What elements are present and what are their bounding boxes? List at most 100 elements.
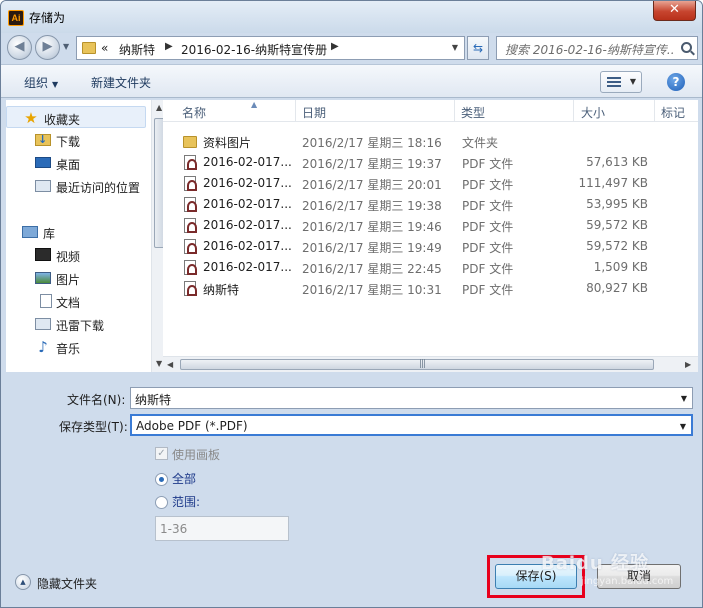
- save-as-dialog: Ai 存储为 ✕ ◀ ▶ ▼ « 纳斯特 ▶ 2016-02-16-纳斯特宣传册…: [0, 0, 703, 608]
- breadcrumb-separator-icon[interactable]: ▶: [165, 41, 173, 52]
- file-type: PDF 文件: [462, 199, 514, 213]
- nav-item-pictures[interactable]: 图片: [6, 267, 146, 289]
- column-divider[interactable]: [573, 100, 574, 122]
- address-row: ◀ ▶ ▼ « 纳斯特 ▶ 2016-02-16-纳斯特宣传册 ▶ ▼ ⇆ 搜索…: [1, 33, 702, 61]
- nav-item-downloads[interactable]: 下载: [6, 129, 146, 151]
- file-row[interactable]: 2016-02-017... 2016/2/17 星期三 19:38 PDF 文件 5…: [163, 194, 698, 215]
- file-row[interactable]: 2016-02-017... 2016/2/17 星期三 19:49 PDF 文件 5…: [163, 236, 698, 257]
- star-icon: ★: [24, 109, 38, 127]
- organize-button[interactable]: 组织 ▼: [24, 74, 58, 91]
- address-overflow[interactable]: «: [101, 41, 108, 55]
- nav-library-label: 库: [43, 227, 56, 241]
- nav-item-documents[interactable]: 文档: [6, 290, 146, 312]
- all-radio[interactable]: [155, 473, 168, 486]
- file-row[interactable]: 纳斯特 2016/2/17 星期三 10:31 PDF 文件 80,927 KB: [163, 278, 698, 299]
- file-name: 2016-02-017...: [203, 239, 292, 253]
- file-row[interactable]: 2016-02-017... 2016/2/17 星期三 20:01 PDF 文件 1…: [163, 173, 698, 194]
- scroll-right-icon[interactable]: ▶: [685, 360, 691, 369]
- file-name: 纳斯特: [203, 283, 240, 297]
- nav-item-videos[interactable]: 视频: [6, 244, 146, 266]
- scroll-down-icon[interactable]: ▼: [156, 359, 162, 368]
- file-row[interactable]: 2016-02-017... 2016/2/17 星期三 22:45 PDF 文件 1…: [163, 257, 698, 278]
- file-date: 2016/2/17 星期三 19:49: [302, 241, 442, 255]
- scroll-up-icon[interactable]: ▲: [156, 103, 162, 112]
- search-icon: [681, 42, 692, 53]
- range-input[interactable]: 1-36: [155, 516, 289, 541]
- pdf-file-icon: [184, 176, 197, 191]
- use-artboards-label: 使用画板: [172, 448, 221, 462]
- column-name[interactable]: 名称 ▲: [182, 100, 257, 121]
- nav-label: 视频: [56, 250, 81, 264]
- column-type[interactable]: 类型: [461, 104, 485, 121]
- column-size[interactable]: 大小: [581, 104, 605, 121]
- column-divider[interactable]: [654, 100, 655, 122]
- nav-label: 音乐: [56, 342, 81, 356]
- nav-label: 迅雷下载: [56, 319, 105, 333]
- new-folder-button[interactable]: 新建文件夹: [91, 74, 151, 91]
- video-icon: [35, 248, 51, 261]
- desktop-icon: [35, 157, 51, 168]
- downloads-folder-icon: [35, 133, 51, 146]
- library-icon: [22, 226, 38, 238]
- view-options-button[interactable]: ▼: [600, 71, 642, 93]
- refresh-icon[interactable]: ⇆: [467, 36, 489, 60]
- range-radio[interactable]: [155, 496, 168, 509]
- music-note-icon: ♪: [38, 338, 48, 356]
- nav-item-libraries[interactable]: 库: [6, 221, 146, 243]
- column-date[interactable]: 日期: [302, 104, 326, 121]
- forward-arrow-icon[interactable]: ▶: [35, 35, 60, 60]
- file-type: PDF 文件: [462, 157, 514, 171]
- horizontal-scroll-thumb[interactable]: |||: [180, 359, 654, 370]
- filename-field[interactable]: 纳斯特 ▼: [130, 387, 693, 409]
- sort-ascending-icon: ▲: [251, 100, 258, 109]
- file-name: 2016-02-017...: [203, 197, 292, 211]
- nav-favorites-label: 收藏夹: [44, 113, 81, 127]
- nav-item-favorites[interactable]: ★ 收藏夹: [6, 106, 146, 128]
- nav-item-desktop[interactable]: 桌面: [6, 152, 146, 174]
- illustrator-app-icon: Ai: [8, 10, 24, 26]
- nav-item-thunder-downloads[interactable]: 迅雷下载: [6, 313, 146, 335]
- recent-locations-dropdown-icon[interactable]: ▼: [63, 42, 69, 51]
- pdf-file-icon: [184, 281, 197, 296]
- filetype-value: Adobe PDF (*.PDF): [136, 419, 248, 433]
- file-date: 2016/2/17 星期三 10:31: [302, 283, 442, 297]
- filename-value: 纳斯特: [135, 393, 172, 407]
- nav-item-recent-places[interactable]: 最近访问的位置: [6, 175, 146, 197]
- nav-label: 图片: [56, 273, 81, 287]
- folder-icon: [183, 136, 197, 148]
- help-icon[interactable]: ?: [667, 73, 685, 91]
- search-input[interactable]: 搜索 2016-02-16-纳斯特宣传...: [496, 36, 698, 60]
- file-row[interactable]: 资料图片 2016/2/17 星期三 18:16 文件夹: [163, 131, 698, 152]
- chevron-down-icon[interactable]: ▼: [680, 422, 686, 431]
- range-value: 1-36: [160, 522, 188, 536]
- horizontal-scrollbar[interactable]: ◀ ||| ▶: [163, 356, 698, 372]
- organize-label: 组织: [24, 76, 49, 90]
- file-type: PDF 文件: [462, 262, 514, 276]
- filetype-select[interactable]: Adobe PDF (*.PDF) ▼: [130, 414, 693, 436]
- chevron-down-icon: ▼: [629, 77, 636, 86]
- column-header-row: 名称 ▲ 日期 类型 大小 标记: [163, 100, 698, 122]
- back-arrow-icon[interactable]: ◀: [7, 35, 32, 60]
- command-toolbar: 组织 ▼ 新建文件夹 ▼ ?: [1, 64, 702, 98]
- address-bar[interactable]: « 纳斯特 ▶ 2016-02-16-纳斯特宣传册 ▶ ▼: [76, 36, 465, 60]
- chevron-down-icon[interactable]: ▼: [681, 394, 687, 403]
- column-tags[interactable]: 标记: [661, 104, 685, 121]
- close-button[interactable]: ✕: [653, 1, 696, 21]
- address-dropdown-icon[interactable]: ▼: [452, 43, 458, 52]
- nav-label: 最近访问的位置: [56, 181, 141, 195]
- file-row[interactable]: 2016-02-017... 2016/2/17 星期三 19:37 PDF 文件 5…: [163, 152, 698, 173]
- column-divider[interactable]: [454, 100, 455, 122]
- breadcrumb-brochure[interactable]: 2016-02-16-纳斯特宣传册: [181, 41, 327, 58]
- nav-item-music[interactable]: ♪ 音乐: [6, 336, 146, 358]
- breadcrumb-nasite[interactable]: 纳斯特: [119, 41, 155, 58]
- file-list: 名称 ▲ 日期 类型 大小 标记 资料图片 2016/2/17 星期三 18:16…: [163, 100, 698, 372]
- use-artboards-checkbox[interactable]: ✓: [155, 447, 168, 460]
- hide-folders-label: 隐藏文件夹: [37, 577, 98, 591]
- all-label: 全部: [172, 472, 197, 486]
- column-divider[interactable]: [295, 100, 296, 122]
- filetype-label: 保存类型(T):: [59, 420, 128, 434]
- breadcrumb-separator-icon[interactable]: ▶: [331, 41, 339, 52]
- file-row[interactable]: 2016-02-017... 2016/2/17 星期三 19:46 PDF 文件 5…: [163, 215, 698, 236]
- scroll-left-icon[interactable]: ◀: [167, 360, 173, 369]
- file-size: 57,613 KB: [586, 155, 648, 169]
